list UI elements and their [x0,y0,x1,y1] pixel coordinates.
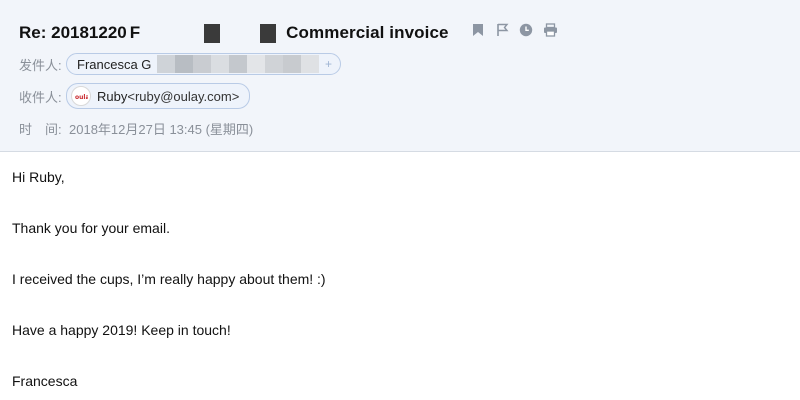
from-row: 发件人: Francesca G + [19,52,341,76]
sender-name: Francesca G [77,56,152,72]
subject-title: Commercial invoice [286,23,449,42]
avatar: oulay [71,86,91,106]
header-actions [470,22,558,38]
flag-icon[interactable] [494,22,510,38]
redaction-block [260,23,277,43]
bookmark-icon[interactable] [470,22,486,38]
email-header: Re: 20181220 F Commercial invoice 发件人: F… [0,0,800,152]
recipient-email: <ruby@oulay.com> [127,88,240,104]
to-label: 收件人: [19,89,62,105]
subject-prefix: Re: 20181220 [19,23,127,42]
body-paragraph: Have a happy 2019! Keep in touch! [12,322,231,338]
subject-line: Re: 20181220 F Commercial invoice [19,20,449,46]
time-row: 时 间: 2018年12月27日 13:45 (星期四) [19,118,253,138]
to-row: 收件人: oulay Ruby <ruby@oulay.com> [19,83,251,109]
recipient-name: Ruby [97,88,128,104]
subject-fragment: F [129,23,141,42]
signature: Francesca [12,373,78,389]
add-contact-icon[interactable]: + [325,57,332,71]
redacted-email [157,55,320,73]
greeting: Hi Ruby, [12,169,65,185]
sender-chip[interactable]: Francesca G + [66,53,341,75]
from-label: 发件人: [19,57,62,73]
print-icon[interactable] [542,22,558,38]
recipient-chip[interactable]: oulay Ruby <ruby@oulay.com> [66,83,251,109]
sent-time: 2018年12月27日 13:45 (星期四) [69,121,254,137]
clock-icon[interactable] [518,22,534,38]
redaction-block [204,23,221,43]
time-label: 时 间: [19,121,62,137]
body-paragraph: I received the cups, I’m really happy ab… [12,271,326,287]
body-paragraph: Thank you for your email. [12,220,170,236]
svg-text:oulay: oulay [75,94,88,101]
